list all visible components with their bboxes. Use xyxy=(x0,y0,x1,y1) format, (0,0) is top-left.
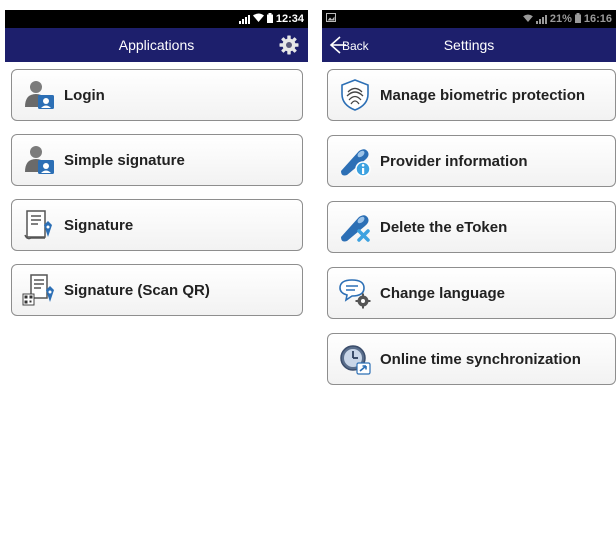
change-language-label: Change language xyxy=(380,284,506,302)
page-title: Settings xyxy=(443,37,495,53)
signature-scan-qr-label: Signature (Scan QR) xyxy=(64,281,210,299)
signature-button[interactable]: Signature xyxy=(11,199,303,251)
signature-scan-qr-button[interactable]: Signature (Scan QR) xyxy=(11,264,303,316)
status-time: 12:34 xyxy=(275,13,304,25)
delete-etoken-label: Delete the eToken xyxy=(380,218,508,236)
app-bar: Back Settings xyxy=(322,28,616,62)
token-info-icon xyxy=(336,142,374,180)
back-label: Back xyxy=(342,39,369,53)
simple-signature-button[interactable]: Simple signature xyxy=(11,134,303,186)
language-gear-icon xyxy=(336,274,374,312)
login-button[interactable]: Login xyxy=(11,69,303,121)
battery-percent: 21% xyxy=(549,13,572,25)
online-time-sync-button[interactable]: Online time synchronization xyxy=(327,333,616,385)
app-bar: Applications xyxy=(5,28,308,62)
applications-screen: 12:34 Applications Login Simple signatur… xyxy=(5,10,308,538)
delete-etoken-button[interactable]: Delete the eToken xyxy=(327,201,616,253)
qr-document-pen-icon xyxy=(20,271,58,309)
screenshot-stage: 12:34 Applications Login Simple signatur… xyxy=(0,0,616,538)
simple-signature-label: Simple signature xyxy=(64,151,185,169)
image-icon xyxy=(326,13,336,25)
page-title: Applications xyxy=(118,37,195,53)
settings-list: Manage biometric protection Provider inf… xyxy=(322,62,616,385)
wifi-icon xyxy=(522,13,533,25)
token-delete-icon xyxy=(336,208,374,246)
document-pen-icon xyxy=(20,206,58,244)
online-time-sync-label: Online time synchronization xyxy=(380,350,581,368)
user-badge-icon xyxy=(20,141,58,179)
wifi-icon xyxy=(252,13,264,25)
signature-label: Signature xyxy=(64,216,134,234)
login-label: Login xyxy=(64,86,105,104)
status-bar: 21% 16:16 xyxy=(322,10,616,28)
change-language-button[interactable]: Change language xyxy=(327,267,616,319)
signal-icon xyxy=(535,14,547,24)
settings-screen: 21% 16:16 Back Settings Manage biometric… xyxy=(322,10,616,538)
manage-biometric-label: Manage biometric protection xyxy=(380,86,586,104)
clock-sync-icon xyxy=(336,340,374,378)
status-bar: 12:34 xyxy=(5,10,308,28)
back-button[interactable]: Back xyxy=(328,32,369,58)
status-time: 16:16 xyxy=(583,13,612,25)
applications-list: Login Simple signature Signature Signatu… xyxy=(5,62,308,316)
signal-icon xyxy=(238,14,250,24)
user-badge-icon xyxy=(20,76,58,114)
battery-icon xyxy=(266,12,273,26)
fingerprint-icon xyxy=(336,76,374,114)
gear-icon xyxy=(279,35,299,55)
provider-information-label: Provider information xyxy=(380,152,528,170)
manage-biometric-button[interactable]: Manage biometric protection xyxy=(327,69,616,121)
battery-icon xyxy=(574,12,581,26)
provider-information-button[interactable]: Provider information xyxy=(327,135,616,187)
settings-button[interactable] xyxy=(278,34,300,56)
